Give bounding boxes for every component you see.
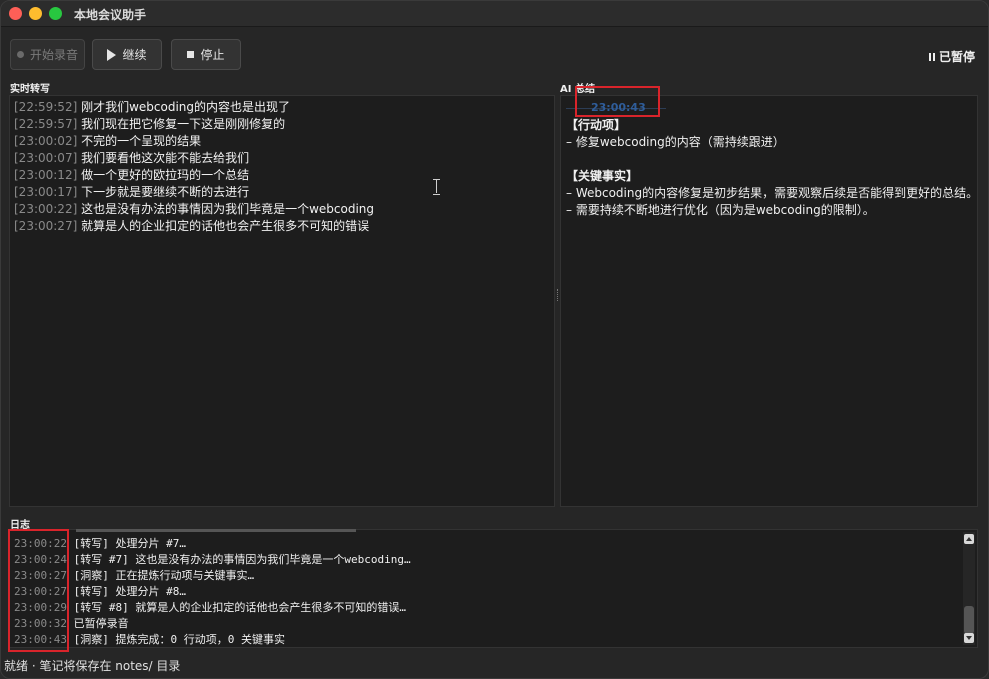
ai-summary-body: 【行动项】 – 修复webcoding的内容（需持续跟进） 【关键事实】 – W… [566,117,979,219]
log-message: [转写] 处理分片 #7… [73,537,186,550]
text-cursor-icon [433,179,441,195]
transcript-text: 做一个更好的欧拉玛的一个总结 [81,168,250,182]
transcript-line: [22:59:52] 刚才我们webcoding的内容也是出现了 [14,99,374,116]
transcript-line: [23:00:02] 不完的一个呈现的结果 [14,133,374,150]
minimize-window-button[interactable] [29,7,42,20]
log-entry: 23:00:29 [转写 #8] 就算是人的企业扣定的话他也会产生很多不可知的错… [14,600,411,616]
start-recording-label: 开始录音 [29,48,78,62]
recording-status-label: 已暂停 [938,50,975,64]
transcript-timestamp: [22:59:52] [14,100,78,114]
transcript-timestamp: [23:00:27] [14,219,78,233]
stop-label: 停止 [200,48,225,62]
toolbar: 开始录音 继续 停止 已暂停 [1,27,988,77]
play-icon [107,48,117,61]
transcript-panel[interactable]: [22:59:52] 刚才我们webcoding的内容也是出现了 [22:59:5… [9,95,555,507]
close-window-button[interactable] [9,7,22,20]
log-entry: 23:00:24 [转写 #7] 这也是没有办法的事情因为我们毕竟是一个webc… [14,552,411,568]
action-items-heading: 【行动项】 [566,118,627,132]
app-window: 本地会议助手 开始录音 继续 停止 已暂停 实时转写 AI 总结 [22:59:… [0,0,989,679]
transcript-section-title: 实时转写 [10,84,50,95]
transcript-timestamp: [23:00:12] [14,168,78,182]
key-facts-heading: 【关键事实】 [566,169,639,183]
title-bar: 本地会议助手 [1,1,988,27]
transcript-line: [22:59:57] 我们现在把它修复一下这是刚刚修复的 [14,116,374,133]
scroll-up-arrow-icon[interactable] [964,534,974,544]
log-entry: 23:00:43 [洞察] 提炼完成：0 行动项，0 关键事实 [14,632,411,648]
action-item: – 修复webcoding的内容（需持续跟进） [566,135,785,149]
transcript-line: [23:00:07] 我们要看他这次能不能去给我们 [14,150,374,167]
log-scrollbar[interactable] [963,532,975,645]
transcript-text: 下一步就是要继续不断的去进行 [81,185,250,199]
transcript-timestamp: [23:00:02] [14,134,78,148]
log-list: 23:00:22 [转写] 处理分片 #7… 23:00:24 [转写 #7] 这… [14,536,411,648]
status-bar: 就绪 · 笔记将保存在 notes/ 目录 [4,659,181,673]
pause-icon [928,52,935,61]
window-title: 本地会议助手 [74,8,147,22]
transcript-timestamp: [23:00:07] [14,151,78,165]
transcript-text: 就算是人的企业扣定的话他也会产生很多不可知的错误 [81,219,370,233]
log-message: [洞察] 正在提炼行动项与关键事实… [73,569,255,582]
recording-status: 已暂停 [928,48,975,65]
stop-icon [187,51,195,58]
transcript-line: [23:00:12] 做一个更好的欧拉玛的一个总结 [14,167,374,184]
transcript-line: [23:00:22] 这也是没有办法的事情因为我们毕竟是一个webcoding [14,201,374,218]
ai-summary-panel[interactable]: 23:00:43 【行动项】 – 修复webcoding的内容（需持续跟进） 【… [560,95,978,507]
transcript-text: 我们要看他这次能不能去给我们 [81,151,250,165]
record-dot-icon [16,51,24,58]
log-entry: 23:00:27 [转写] 处理分片 #8… [14,584,411,600]
maximize-window-button[interactable] [49,7,62,20]
continue-label: 继续 [122,48,147,62]
transcript-line: [23:00:27] 就算是人的企业扣定的话他也会产生很多不可知的错误 [14,218,374,235]
start-recording-button[interactable]: 开始录音 [10,39,85,70]
transcript-line: [23:00:17] 下一步就是要继续不断的去进行 [14,184,374,201]
log-entry: 23:00:22 [转写] 处理分片 #7… [14,536,411,552]
key-fact-item: – Webcoding的内容修复是初步结果，需要观察后续是否能得到更好的总结。 [566,186,979,200]
annotation-highlight-box [8,529,69,652]
log-message: [转写 #8] 就算是人的企业扣定的话他也会产生很多不可知的错误… [73,601,406,614]
transcript-timestamp: [23:00:22] [14,202,78,216]
scrollbar-thumb[interactable] [964,606,974,634]
transcript-text: 刚才我们webcoding的内容也是出现了 [81,100,291,114]
stop-button[interactable]: 停止 [171,39,241,70]
transcript-text: 不完的一个呈现的结果 [81,134,202,148]
log-entry: 23:00:27 [洞察] 正在提炼行动项与关键事实… [14,568,411,584]
panel-splitter-handle[interactable] [557,289,559,301]
transcript-text: 我们现在把它修复一下这是刚刚修复的 [81,117,286,131]
transcript-timestamp: [22:59:57] [14,117,78,131]
key-fact-item: – 需要持续不断地进行优化（因为是webcoding的限制）。 [566,203,875,217]
annotation-highlight-box [575,86,660,117]
log-partial-line [76,526,376,532]
transcript-list: [22:59:52] 刚才我们webcoding的内容也是出现了 [22:59:5… [14,99,374,235]
continue-button[interactable]: 继续 [92,39,162,70]
log-message: [洞察] 提炼完成：0 行动项，0 关键事实 [73,633,285,646]
transcript-text: 这也是没有办法的事情因为我们毕竟是一个webcoding [81,202,375,216]
transcript-timestamp: [23:00:17] [14,185,78,199]
scroll-down-arrow-icon[interactable] [964,633,974,643]
log-panel[interactable]: 23:00:22 [转写] 处理分片 #7… 23:00:24 [转写 #7] 这… [9,529,978,648]
log-message: [转写] 处理分片 #8… [73,585,186,598]
log-message: 已暂停录音 [73,617,129,630]
log-entry: 23:00:32 已暂停录音 [14,616,411,632]
log-message: [转写 #7] 这也是没有办法的事情因为我们毕竟是一个webcoding… [73,553,411,566]
